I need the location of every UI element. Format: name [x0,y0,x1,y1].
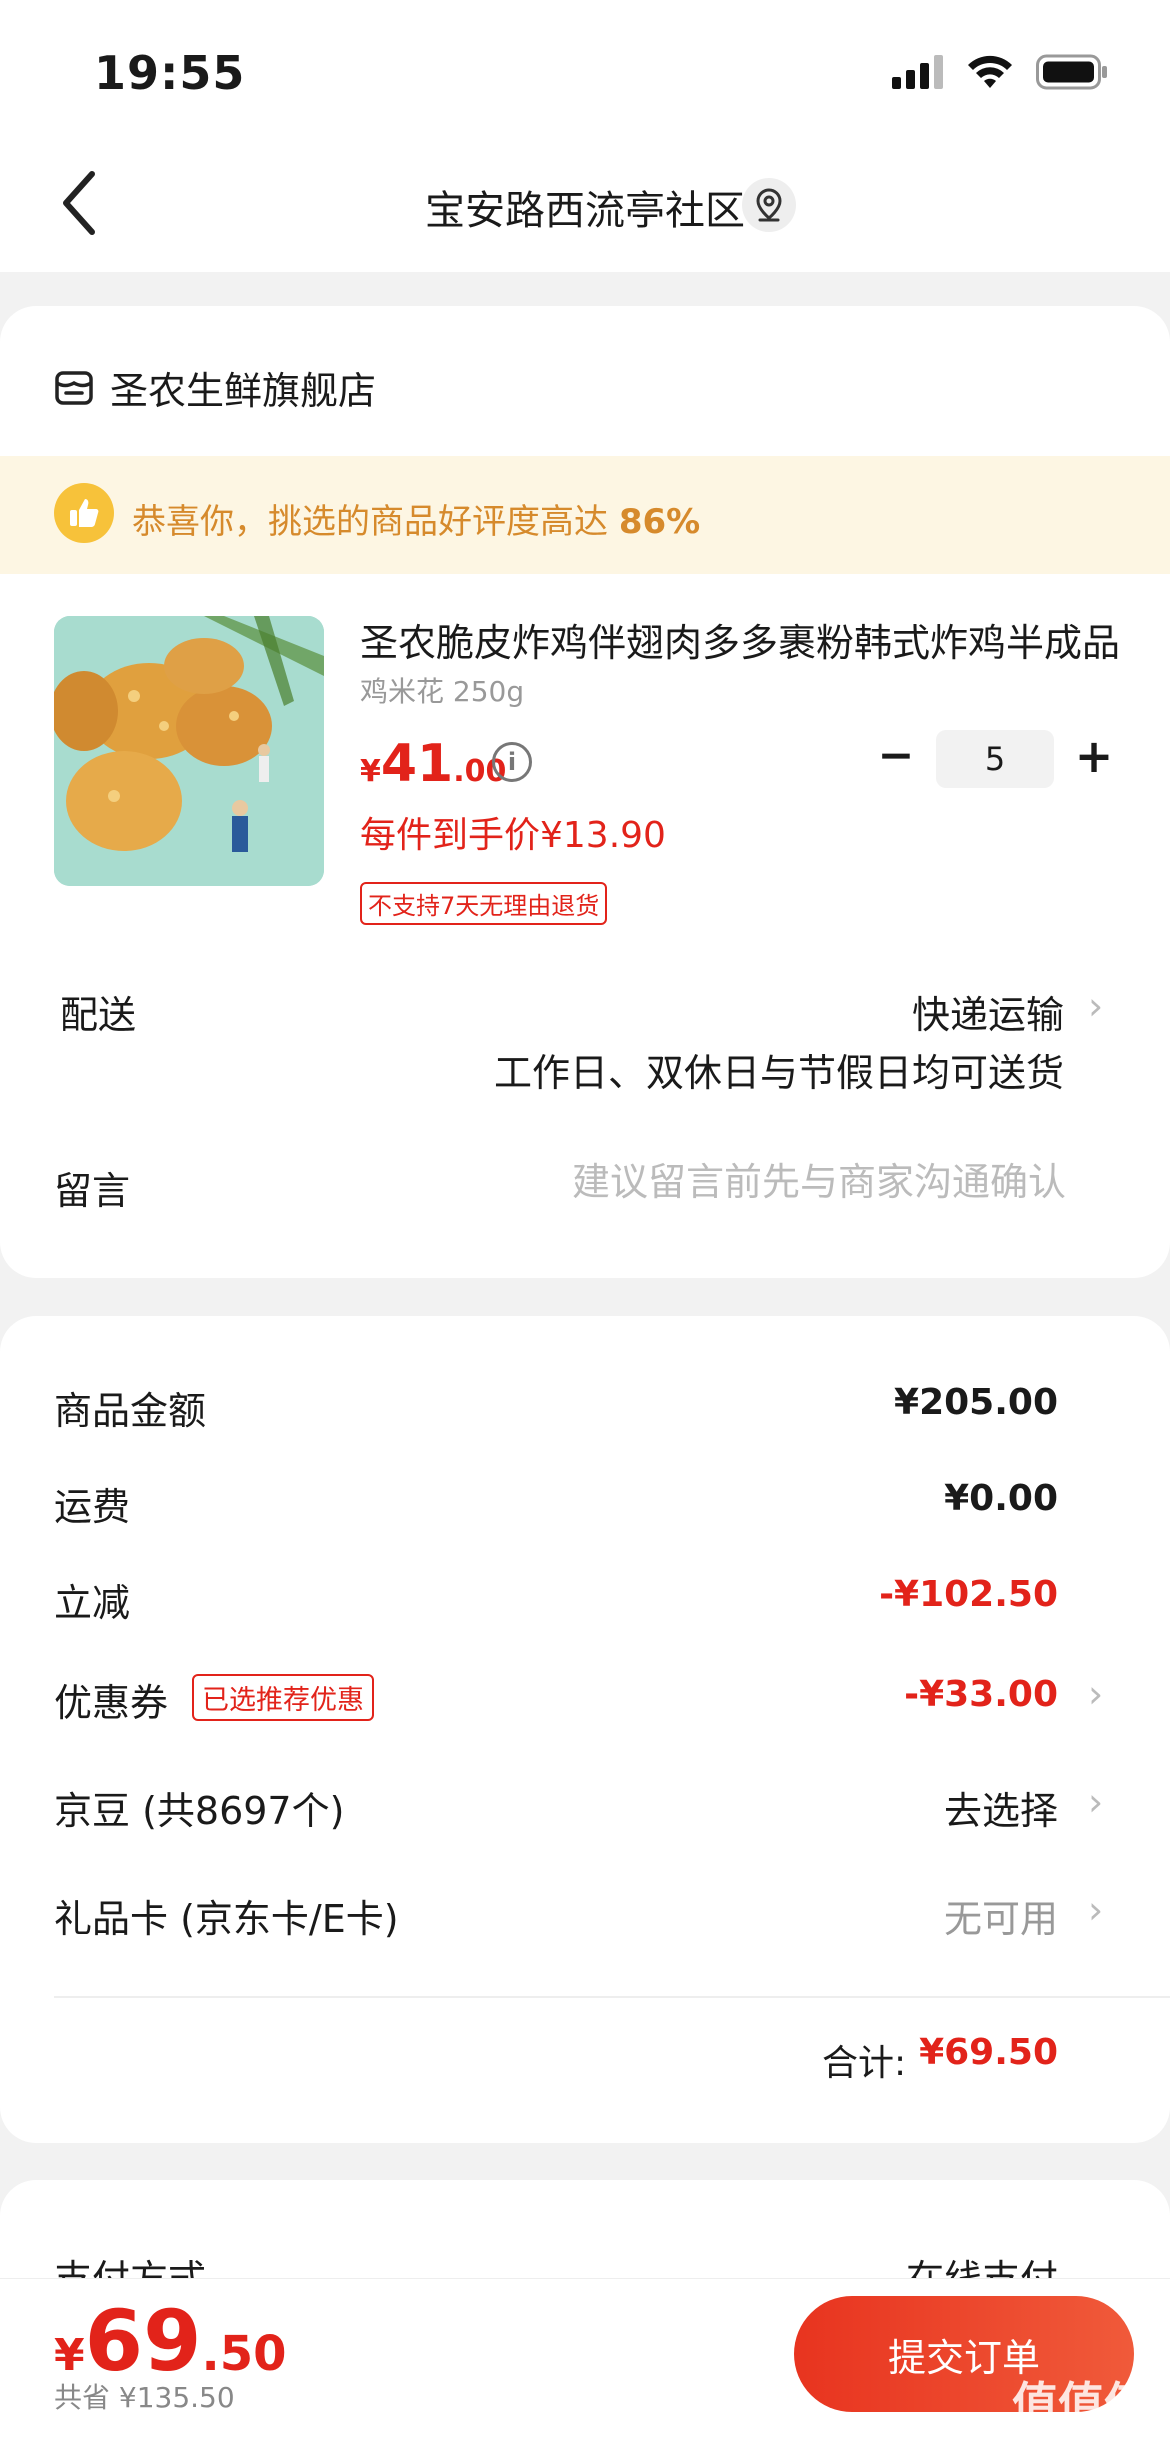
shipping-value: ¥0.00 [944,1478,1058,1519]
jingdou-label: 京豆 (共8697个) [54,1789,345,1833]
price-summary-card [0,1316,1170,2143]
giftcard-label: 礼品卡 (京东卡/E卡) [54,1897,399,1941]
price-info-icon[interactable]: i [492,742,532,782]
quantity-field[interactable]: 5 [936,730,1054,788]
location-button[interactable] [742,178,796,232]
product-image[interactable] [54,616,324,886]
status-time: 19:55 [94,46,246,100]
delivery-method[interactable]: 快递运输 [912,984,1064,1039]
chevron-right-icon[interactable]: › [1088,984,1103,1028]
goods-amount-label: 商品金额 [54,1389,207,1433]
wifi-icon [968,55,1012,88]
giftcard-value[interactable]: 无可用 [944,1888,1058,1943]
message-input[interactable] [440,1156,1066,1208]
total-value: ¥69.50 [919,2032,1058,2073]
product-spec: 鸡米花 250g [360,675,525,708]
delivery-label: 配送 [60,993,137,1037]
jingdou-value[interactable]: 去选择 [944,1780,1058,1835]
store-icon [55,370,93,405]
chevron-right-icon[interactable]: › [1088,1780,1103,1824]
store-name: 圣农生鲜旗舰店 [110,369,377,413]
thumbs-up-icon [54,483,114,543]
store-row[interactable]: 圣农生鲜旗舰店 [54,360,376,415]
battery-icon [1036,54,1107,90]
product-price: ¥41.00 [360,734,507,794]
coupon-label: 优惠券 [54,1681,169,1725]
quantity-increase-button[interactable]: + [1072,733,1116,780]
coupon-value[interactable]: -¥33.00 [904,1674,1058,1715]
message-label: 留言 [54,1169,131,1213]
location-pin-icon [756,188,782,222]
chevron-right-icon[interactable]: › [1088,1672,1103,1716]
signal-icon [892,55,943,89]
praise-percent: 86% [618,502,701,542]
product-title[interactable]: 圣农脆皮炸鸡伴翅肉多多裹粉韩式炸鸡半成品 [360,612,1120,667]
no-return-badge: 不支持7天无理由退货 [360,882,608,925]
praise-text: 恭喜你，挑选的商品好评度高达 86% [132,502,701,542]
shipping-label: 运费 [54,1485,131,1529]
coupon-badge: 已选推荐优惠 [192,1674,374,1721]
divider [54,1996,1170,1998]
goods-amount-value: ¥205.00 [894,1382,1058,1423]
saved-amount: 共省 ¥135.50 [54,2381,235,2414]
discount-label: 立减 [54,1581,131,1625]
delivery-note: 工作日、双休日与节假日均可送货 [493,1051,1064,1095]
status-icons [892,54,1108,90]
chevron-right-icon[interactable]: › [1088,1888,1103,1932]
unit-price: 每件到手价¥13.90 [360,815,666,856]
quantity-decrease-button[interactable]: − [874,734,918,780]
page-title: 宝安路西流亭社区 [425,188,745,234]
total-label: 合计: [822,2043,907,2084]
watermark-url: zhizhizhi.com [1018,2424,1140,2445]
discount-value: -¥102.50 [879,1574,1058,1615]
